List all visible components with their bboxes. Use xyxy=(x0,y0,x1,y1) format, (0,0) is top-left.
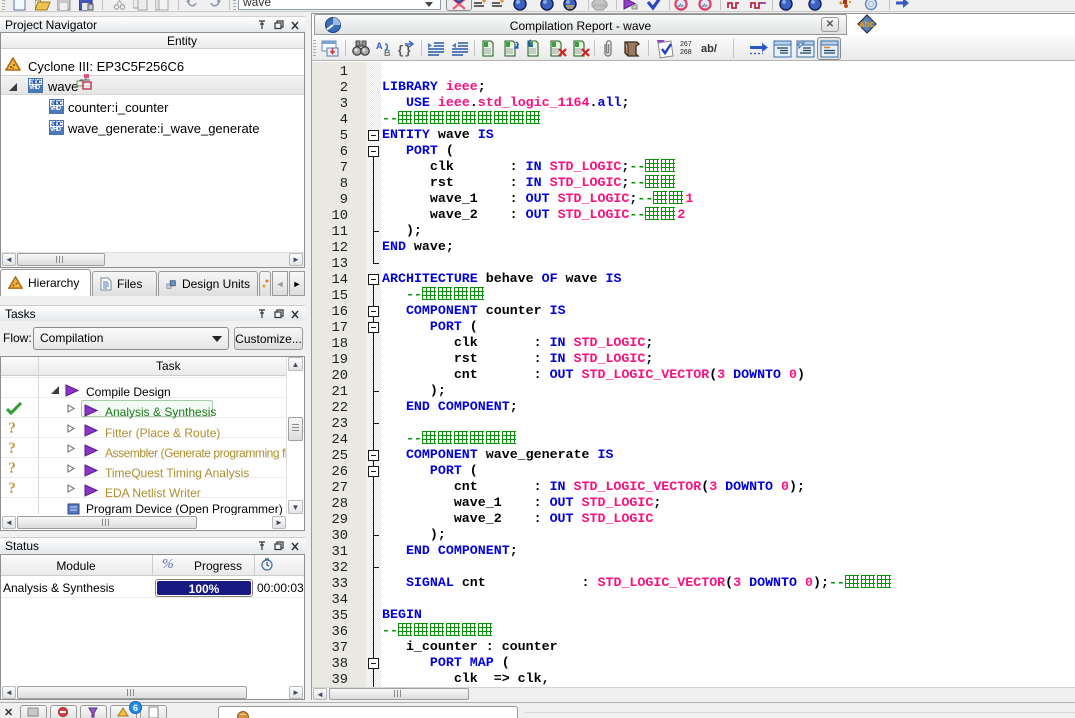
svg-text:A: A xyxy=(376,41,383,51)
svg-text:B: B xyxy=(384,48,391,57)
svg-text:STOP: STOP xyxy=(594,3,606,8)
svg-text:abc: abc xyxy=(859,19,875,29)
